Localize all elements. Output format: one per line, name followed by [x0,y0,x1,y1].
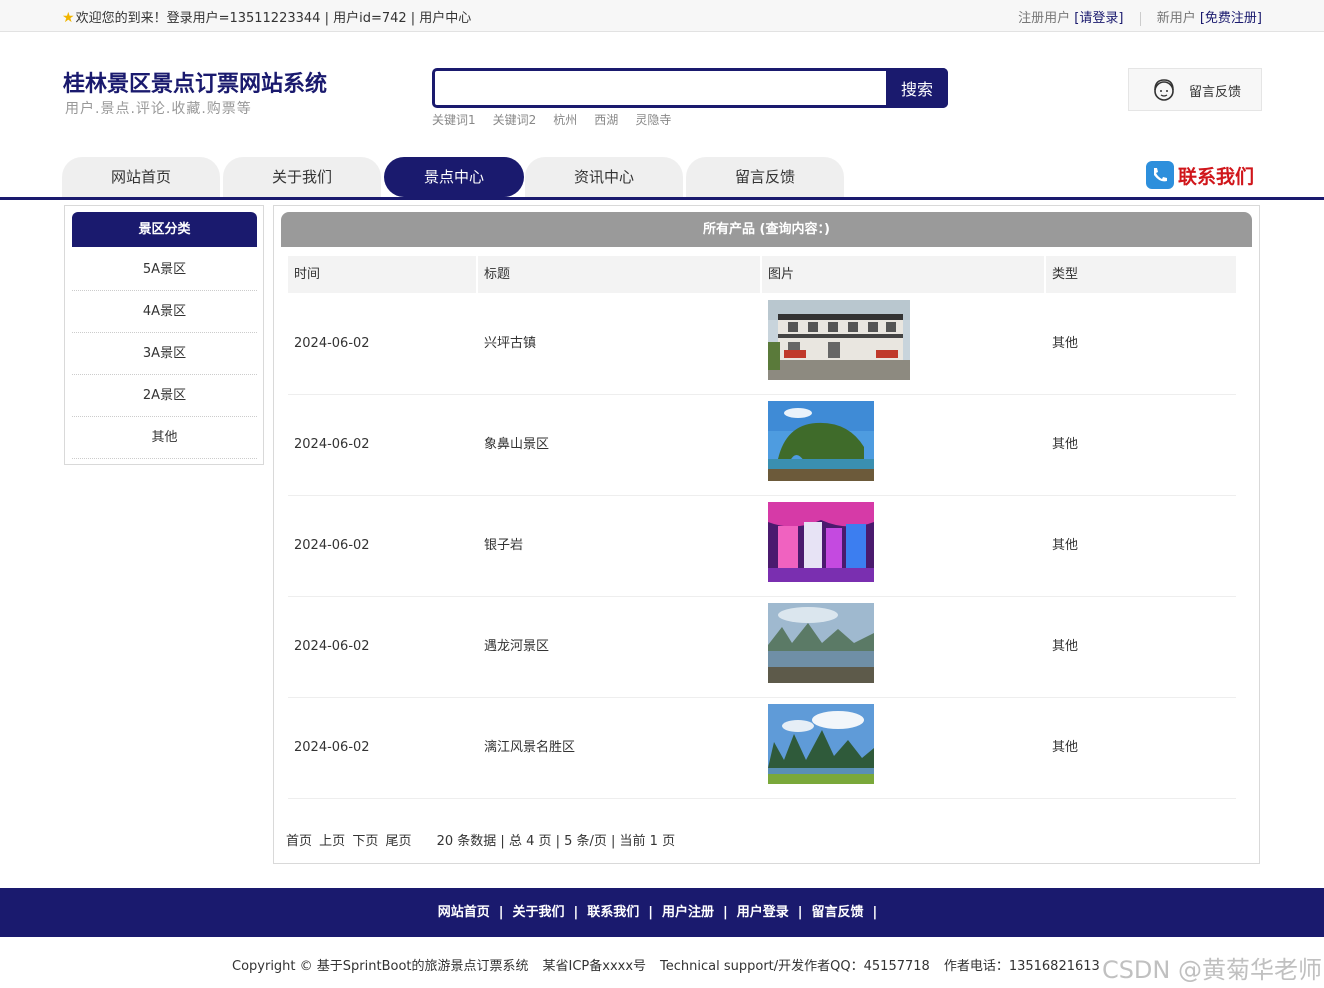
hotword-2[interactable]: 关键词2 [493,113,537,127]
pager-last[interactable]: 尾页 [385,834,411,849]
newuser-prefix: 新用户 [1156,11,1196,26]
row-type: 其他 [1052,437,1079,452]
column-title: 标题 [478,256,760,293]
sidebar-item-2a[interactable]: 2A景区 [72,375,257,417]
nav-tab-feedback[interactable]: 留言反馈 [686,157,844,197]
table-row[interactable]: 2024-06-02 银子岩 其他 [288,496,1236,597]
column-type: 类型 [1046,256,1236,293]
table-row[interactable]: 2024-06-02 象鼻山景区 其他 [288,395,1236,496]
customer-service-icon [1154,79,1174,101]
row-title[interactable]: 遇龙河景区 [478,597,549,697]
sidebar-item-4a[interactable]: 4A景区 [72,291,257,333]
row-time: 2024-06-02 [294,538,370,553]
pagination: 首页 上页 下页 尾页 20 条数据 | 总 4 页 | 5 条/页 | 当前 … [286,830,675,849]
nav-tab-home[interactable]: 网站首页 [62,157,220,197]
column-image: 图片 [762,256,1044,293]
search-input[interactable] [435,71,885,105]
footer-link-about[interactable]: 关于我们 [512,905,564,920]
pager-next[interactable]: 下页 [352,834,378,849]
welcome-area: ★欢迎您的到来！登录用户=13511223344 | 用户id=742 | 用户… [62,7,471,26]
support-text: Technical support/开发作者QQ：45157718 [660,959,930,974]
table-row[interactable]: 2024-06-02 遇龙河景区 其他 [288,597,1236,698]
watermark: CSDN @黄菊华老师 [1101,956,1322,984]
footer-link-feedback[interactable]: 留言反馈 [812,905,864,920]
table-row[interactable]: 2024-06-02 兴坪古镇 其他 [288,294,1236,395]
ancient-town-photo[interactable] [768,300,910,380]
sidebar-item-other[interactable]: 其他 [72,417,257,459]
pager-first[interactable]: 首页 [286,834,312,849]
row-time: 2024-06-02 [294,336,370,351]
footer-nav: 网站首页 | 关于我们 | 联系我们 | 用户注册 | 用户登录 | 留言反馈 | [0,888,1324,937]
top-bar: ★欢迎您的到来！登录用户=13511223344 | 用户id=742 | 用户… [0,0,1324,32]
li-river-photo[interactable] [768,704,874,784]
nav-tab-about[interactable]: 关于我们 [223,157,381,197]
star-icon: ★ [62,10,75,26]
product-list-panel: 所有产品 (查询内容：) 时间 标题 图片 类型 2024-06-02 兴坪古镇… [273,205,1260,864]
row-time: 2024-06-02 [294,639,370,654]
footer-link-contact[interactable]: 联系我们 [587,905,639,920]
signup-link[interactable]: [免费注册] [1200,11,1262,26]
row-title[interactable]: 漓江风景名胜区 [478,698,575,798]
divider [1139,11,1141,26]
account-links: 注册用户 [请登录] 新用户 [免费注册] [1018,7,1262,26]
footer-link-login[interactable]: 用户登录 [737,905,789,920]
row-type: 其他 [1052,336,1079,351]
login-link[interactable]: [请登录] [1074,11,1123,26]
row-time: 2024-06-02 [294,437,370,452]
row-title[interactable]: 银子岩 [478,496,523,596]
pager-info: 20 条数据 | 总 4 页 | 5 条/页 | 当前 1 页 [436,834,676,849]
row-title[interactable]: 兴坪古镇 [478,294,536,394]
sidebar-item-3a[interactable]: 3A景区 [72,333,257,375]
site-title[interactable]: 桂林景区景点订票网站系统 [63,66,327,98]
cave-photo[interactable] [768,502,874,582]
row-time: 2024-06-02 [294,740,370,755]
table-row[interactable]: 2024-06-02 漓江风景名胜区 其他 [288,698,1236,799]
table-header: 时间 标题 图片 类型 [288,256,1236,293]
hotword-5[interactable]: 灵隐寺 [635,113,671,127]
column-time: 时间 [288,256,476,293]
sidebar-title: 景区分类 [72,212,257,247]
row-type: 其他 [1052,740,1079,755]
copyright: Copyright © 基于SprintBoot的旅游景点订票系统 某省ICP备x… [232,955,1114,974]
phone-text: 作者电话：13516821613 [943,959,1100,974]
river-photo[interactable] [768,603,874,683]
hotwords: 关键词1 关键词2 杭州 西湖 灵隐寺 [432,111,688,128]
contact-us[interactable]: 联系我们 [1146,161,1254,189]
search-button[interactable]: 搜索 [886,68,948,108]
nav-tab-news[interactable]: 资讯中心 [525,157,683,197]
category-sidebar: 景区分类 5A景区 4A景区 3A景区 2A景区 其他 [64,205,264,465]
phone-icon [1146,161,1174,189]
pager-prev[interactable]: 上页 [319,834,345,849]
hotword-3[interactable]: 杭州 [553,113,577,127]
sidebar-item-5a[interactable]: 5A景区 [72,249,257,291]
welcome-text[interactable]: 欢迎您的到来！登录用户=13511223344 | 用户id=742 | 用户中… [76,11,472,26]
row-title[interactable]: 象鼻山景区 [478,395,549,495]
site-subtitle: 用户.景点.评论.收藏.购票等 [65,101,252,117]
row-type: 其他 [1052,639,1079,654]
main-nav: 网站首页 关于我们 景点中心 资讯中心 留言反馈 [0,156,1324,200]
icp-text: 某省ICP备xxxx号 [542,959,647,974]
search-box: 搜索 [432,68,948,108]
footer-link-home[interactable]: 网站首页 [438,905,490,920]
hotword-1[interactable]: 关键词1 [432,113,476,127]
footer-link-register[interactable]: 用户注册 [662,905,714,920]
register-prefix: 注册用户 [1018,11,1071,26]
elephant-trunk-hill-photo[interactable] [768,401,874,481]
feedback-button[interactable]: 留言反馈 [1128,68,1262,111]
nav-tab-attractions[interactable]: 景点中心 [384,157,524,197]
copyright-text: Copyright © 基于SprintBoot的旅游景点订票系统 [232,959,529,974]
hotword-4[interactable]: 西湖 [594,113,618,127]
contact-label: 联系我们 [1178,165,1255,188]
panel-title: 所有产品 (查询内容：) [281,212,1252,247]
row-type: 其他 [1052,538,1079,553]
feedback-label: 留言反馈 [1189,85,1242,100]
